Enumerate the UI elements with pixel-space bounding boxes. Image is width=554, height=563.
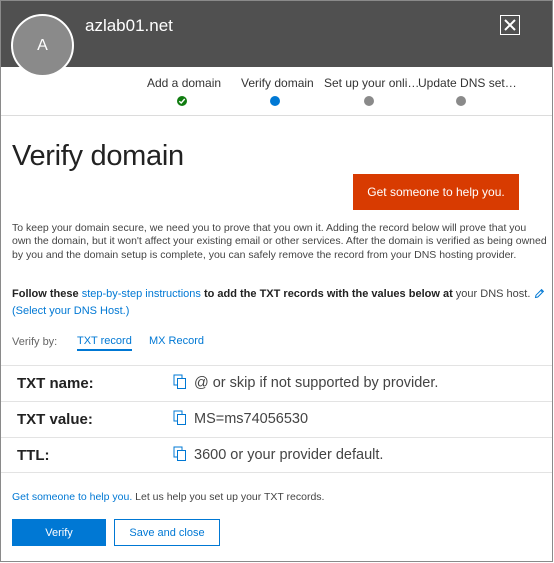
record-value: @ or skip if not supported by provider. (194, 375, 439, 391)
step-todo-dot (364, 96, 374, 106)
record-label: TXT value: (17, 411, 93, 428)
close-icon (504, 19, 516, 31)
get-help-button[interactable]: Get someone to help you. (353, 174, 519, 210)
bottom-help-description: Let us help you set up your TXT records. (135, 491, 325, 503)
intro-text: To keep your domain secure, we need you … (12, 222, 547, 261)
step-setup-online-label: Set up your onli… (324, 76, 420, 90)
step-todo-dot (456, 96, 466, 106)
page-title: Verify domain (12, 140, 184, 172)
divider (1, 115, 552, 116)
pencil-icon (534, 288, 545, 304)
save-and-close-button[interactable]: Save and close (114, 519, 220, 546)
copy-icon[interactable] (173, 410, 187, 431)
step-update-dns-label: Update DNS set… (418, 76, 517, 90)
record-value: 3600 or your provider default. (194, 447, 384, 463)
domain-title: azlab01.net (85, 16, 173, 35)
verify-by-label: Verify by: (12, 336, 58, 348)
bottom-help-text: Get someone to help you. Let us help you… (12, 491, 324, 503)
progress-steps: Add a domain Verify domain Set up your o… (1, 76, 552, 110)
record-label: TTL: (17, 447, 50, 464)
bottom-help-link[interactable]: Get someone to help you. (12, 491, 132, 503)
record-value: MS=ms74056530 (194, 411, 309, 427)
step-done-check-icon (177, 96, 187, 106)
records-table: TXT name: @ or skip if not supported by … (1, 365, 552, 473)
step-current-dot (270, 96, 280, 106)
copy-icon[interactable] (173, 374, 187, 395)
instructions-text: Follow these step-by-step instructions t… (12, 287, 548, 319)
record-row-ttl: TTL: 3600 or your provider default. (1, 437, 552, 473)
follow-middle: to add the TXT records with the values b… (203, 288, 453, 300)
follow-suffix: your DNS host. (455, 288, 531, 300)
verify-button[interactable]: Verify (12, 519, 106, 546)
tab-mx-record[interactable]: MX Record (149, 335, 204, 347)
record-row-txt-value: TXT value: MS=ms74056530 (1, 401, 552, 437)
avatar: A (11, 14, 74, 77)
tab-txt-record[interactable]: TXT record (77, 335, 132, 351)
step-verify-domain-label: Verify domain (241, 76, 314, 90)
dialog: azlab01.net A Add a domain Verify domain… (0, 0, 553, 562)
step-by-step-link[interactable]: step-by-step instructions (82, 288, 201, 300)
record-row-txt-name: TXT name: @ or skip if not supported by … (1, 365, 552, 401)
header: azlab01.net (1, 1, 552, 67)
follow-prefix: Follow these (12, 288, 79, 300)
record-label: TXT name: (17, 375, 94, 392)
select-dns-host-link[interactable]: (Select your DNS Host.) (12, 305, 129, 317)
close-button[interactable] (500, 15, 520, 35)
copy-icon[interactable] (173, 446, 187, 467)
step-add-domain-label: Add a domain (147, 76, 222, 90)
